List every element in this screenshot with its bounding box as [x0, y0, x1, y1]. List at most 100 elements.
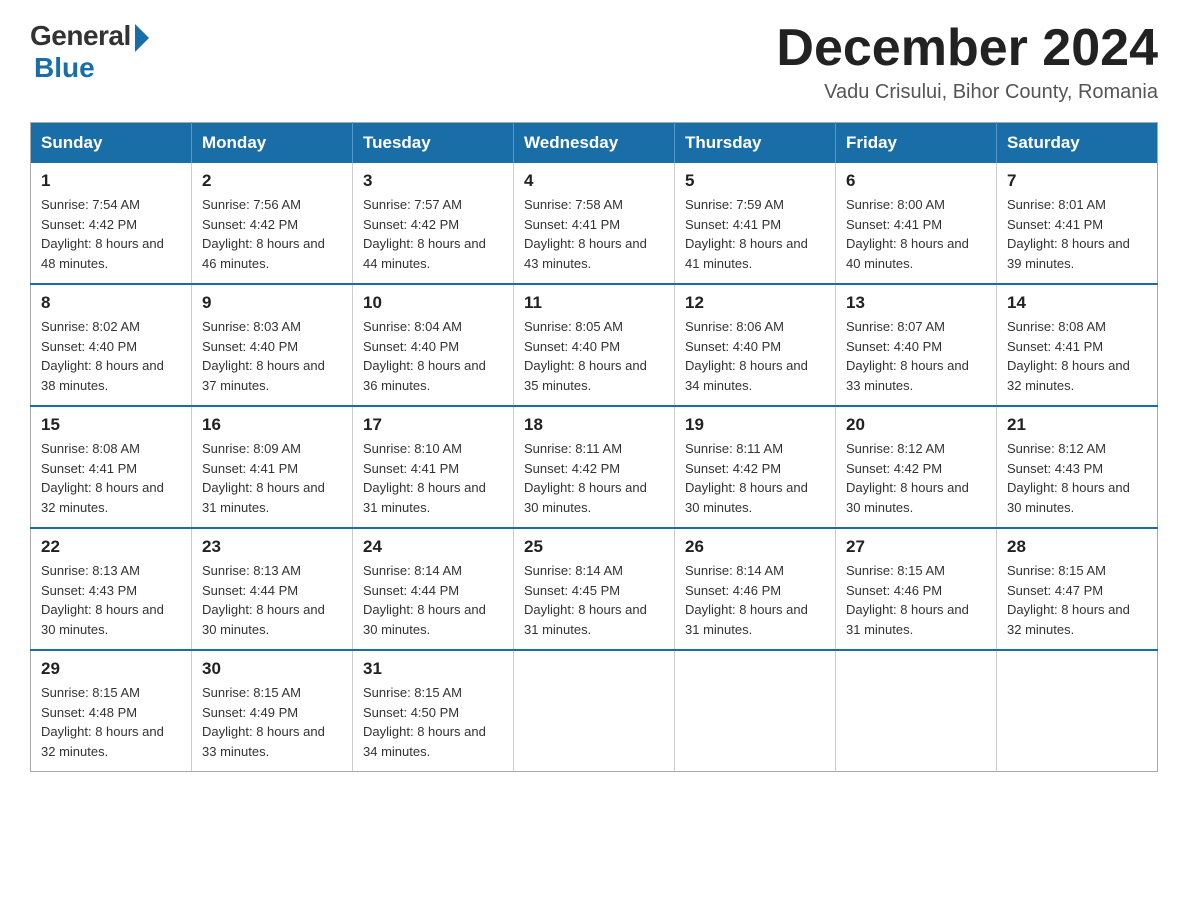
calendar-cell: 23 Sunrise: 8:13 AMSunset: 4:44 PMDaylig…	[192, 528, 353, 650]
day-number: 9	[202, 293, 342, 313]
day-number: 21	[1007, 415, 1147, 435]
day-info: Sunrise: 8:12 AMSunset: 4:43 PMDaylight:…	[1007, 441, 1130, 515]
day-info: Sunrise: 8:14 AMSunset: 4:44 PMDaylight:…	[363, 563, 486, 637]
day-info: Sunrise: 8:11 AMSunset: 4:42 PMDaylight:…	[685, 441, 808, 515]
day-number: 27	[846, 537, 986, 557]
day-header-saturday: Saturday	[997, 123, 1158, 164]
day-info: Sunrise: 7:57 AMSunset: 4:42 PMDaylight:…	[363, 197, 486, 271]
calendar-cell: 30 Sunrise: 8:15 AMSunset: 4:49 PMDaylig…	[192, 650, 353, 772]
logo-blue-text: Blue	[34, 52, 95, 84]
calendar-cell: 13 Sunrise: 8:07 AMSunset: 4:40 PMDaylig…	[836, 284, 997, 406]
day-info: Sunrise: 7:54 AMSunset: 4:42 PMDaylight:…	[41, 197, 164, 271]
day-info: Sunrise: 8:12 AMSunset: 4:42 PMDaylight:…	[846, 441, 969, 515]
day-number: 23	[202, 537, 342, 557]
day-header-friday: Friday	[836, 123, 997, 164]
day-number: 20	[846, 415, 986, 435]
day-number: 25	[524, 537, 664, 557]
calendar-cell: 10 Sunrise: 8:04 AMSunset: 4:40 PMDaylig…	[353, 284, 514, 406]
day-number: 10	[363, 293, 503, 313]
day-info: Sunrise: 8:07 AMSunset: 4:40 PMDaylight:…	[846, 319, 969, 393]
header: General Blue December 2024 Vadu Crisului…	[30, 20, 1158, 104]
calendar-table: SundayMondayTuesdayWednesdayThursdayFrid…	[30, 122, 1158, 772]
calendar-cell: 25 Sunrise: 8:14 AMSunset: 4:45 PMDaylig…	[514, 528, 675, 650]
calendar-cell: 6 Sunrise: 8:00 AMSunset: 4:41 PMDayligh…	[836, 163, 997, 284]
day-info: Sunrise: 8:15 AMSunset: 4:47 PMDaylight:…	[1007, 563, 1130, 637]
day-info: Sunrise: 8:15 AMSunset: 4:48 PMDaylight:…	[41, 685, 164, 759]
calendar-cell: 11 Sunrise: 8:05 AMSunset: 4:40 PMDaylig…	[514, 284, 675, 406]
day-number: 12	[685, 293, 825, 313]
day-number: 2	[202, 171, 342, 191]
calendar-cell: 17 Sunrise: 8:10 AMSunset: 4:41 PMDaylig…	[353, 406, 514, 528]
calendar-cell: 27 Sunrise: 8:15 AMSunset: 4:46 PMDaylig…	[836, 528, 997, 650]
day-number: 19	[685, 415, 825, 435]
day-header-sunday: Sunday	[31, 123, 192, 164]
week-row-2: 8 Sunrise: 8:02 AMSunset: 4:40 PMDayligh…	[31, 284, 1158, 406]
calendar-cell: 1 Sunrise: 7:54 AMSunset: 4:42 PMDayligh…	[31, 163, 192, 284]
day-info: Sunrise: 8:14 AMSunset: 4:46 PMDaylight:…	[685, 563, 808, 637]
day-info: Sunrise: 8:08 AMSunset: 4:41 PMDaylight:…	[1007, 319, 1130, 393]
calendar-cell: 2 Sunrise: 7:56 AMSunset: 4:42 PMDayligh…	[192, 163, 353, 284]
calendar-cell: 24 Sunrise: 8:14 AMSunset: 4:44 PMDaylig…	[353, 528, 514, 650]
day-info: Sunrise: 8:11 AMSunset: 4:42 PMDaylight:…	[524, 441, 647, 515]
day-info: Sunrise: 8:02 AMSunset: 4:40 PMDaylight:…	[41, 319, 164, 393]
day-info: Sunrise: 8:15 AMSunset: 4:49 PMDaylight:…	[202, 685, 325, 759]
day-info: Sunrise: 8:05 AMSunset: 4:40 PMDaylight:…	[524, 319, 647, 393]
day-info: Sunrise: 8:04 AMSunset: 4:40 PMDaylight:…	[363, 319, 486, 393]
calendar-cell: 3 Sunrise: 7:57 AMSunset: 4:42 PMDayligh…	[353, 163, 514, 284]
day-info: Sunrise: 8:01 AMSunset: 4:41 PMDaylight:…	[1007, 197, 1130, 271]
day-info: Sunrise: 8:15 AMSunset: 4:46 PMDaylight:…	[846, 563, 969, 637]
day-number: 22	[41, 537, 181, 557]
day-number: 28	[1007, 537, 1147, 557]
day-number: 16	[202, 415, 342, 435]
day-number: 30	[202, 659, 342, 679]
logo: General Blue	[30, 20, 149, 84]
day-number: 15	[41, 415, 181, 435]
calendar-cell	[836, 650, 997, 772]
day-info: Sunrise: 8:13 AMSunset: 4:43 PMDaylight:…	[41, 563, 164, 637]
calendar-cell: 15 Sunrise: 8:08 AMSunset: 4:41 PMDaylig…	[31, 406, 192, 528]
day-info: Sunrise: 8:03 AMSunset: 4:40 PMDaylight:…	[202, 319, 325, 393]
day-number: 3	[363, 171, 503, 191]
day-number: 24	[363, 537, 503, 557]
day-info: Sunrise: 7:59 AMSunset: 4:41 PMDaylight:…	[685, 197, 808, 271]
calendar-cell: 22 Sunrise: 8:13 AMSunset: 4:43 PMDaylig…	[31, 528, 192, 650]
day-info: Sunrise: 8:08 AMSunset: 4:41 PMDaylight:…	[41, 441, 164, 515]
calendar-cell: 14 Sunrise: 8:08 AMSunset: 4:41 PMDaylig…	[997, 284, 1158, 406]
day-info: Sunrise: 8:10 AMSunset: 4:41 PMDaylight:…	[363, 441, 486, 515]
day-info: Sunrise: 7:58 AMSunset: 4:41 PMDaylight:…	[524, 197, 647, 271]
title-area: December 2024 Vadu Crisului, Bihor Count…	[776, 20, 1158, 104]
calendar-cell	[997, 650, 1158, 772]
day-number: 4	[524, 171, 664, 191]
day-number: 14	[1007, 293, 1147, 313]
calendar-cell: 19 Sunrise: 8:11 AMSunset: 4:42 PMDaylig…	[675, 406, 836, 528]
logo-general-text: General	[30, 20, 131, 52]
week-row-3: 15 Sunrise: 8:08 AMSunset: 4:41 PMDaylig…	[31, 406, 1158, 528]
day-header-wednesday: Wednesday	[514, 123, 675, 164]
calendar-cell: 20 Sunrise: 8:12 AMSunset: 4:42 PMDaylig…	[836, 406, 997, 528]
day-header-thursday: Thursday	[675, 123, 836, 164]
calendar-cell: 21 Sunrise: 8:12 AMSunset: 4:43 PMDaylig…	[997, 406, 1158, 528]
day-number: 8	[41, 293, 181, 313]
calendar-cell	[514, 650, 675, 772]
calendar-cell: 16 Sunrise: 8:09 AMSunset: 4:41 PMDaylig…	[192, 406, 353, 528]
day-number: 5	[685, 171, 825, 191]
day-info: Sunrise: 8:14 AMSunset: 4:45 PMDaylight:…	[524, 563, 647, 637]
day-number: 1	[41, 171, 181, 191]
day-info: Sunrise: 7:56 AMSunset: 4:42 PMDaylight:…	[202, 197, 325, 271]
calendar-cell	[675, 650, 836, 772]
day-info: Sunrise: 8:13 AMSunset: 4:44 PMDaylight:…	[202, 563, 325, 637]
logo-arrow-icon	[135, 24, 149, 52]
calendar-cell: 9 Sunrise: 8:03 AMSunset: 4:40 PMDayligh…	[192, 284, 353, 406]
day-number: 13	[846, 293, 986, 313]
calendar-cell: 29 Sunrise: 8:15 AMSunset: 4:48 PMDaylig…	[31, 650, 192, 772]
calendar-cell: 8 Sunrise: 8:02 AMSunset: 4:40 PMDayligh…	[31, 284, 192, 406]
calendar-cell: 31 Sunrise: 8:15 AMSunset: 4:50 PMDaylig…	[353, 650, 514, 772]
week-row-5: 29 Sunrise: 8:15 AMSunset: 4:48 PMDaylig…	[31, 650, 1158, 772]
day-number: 6	[846, 171, 986, 191]
day-number: 7	[1007, 171, 1147, 191]
day-info: Sunrise: 8:00 AMSunset: 4:41 PMDaylight:…	[846, 197, 969, 271]
location-subtitle: Vadu Crisului, Bihor County, Romania	[776, 81, 1158, 104]
days-header-row: SundayMondayTuesdayWednesdayThursdayFrid…	[31, 123, 1158, 164]
day-number: 29	[41, 659, 181, 679]
day-number: 26	[685, 537, 825, 557]
